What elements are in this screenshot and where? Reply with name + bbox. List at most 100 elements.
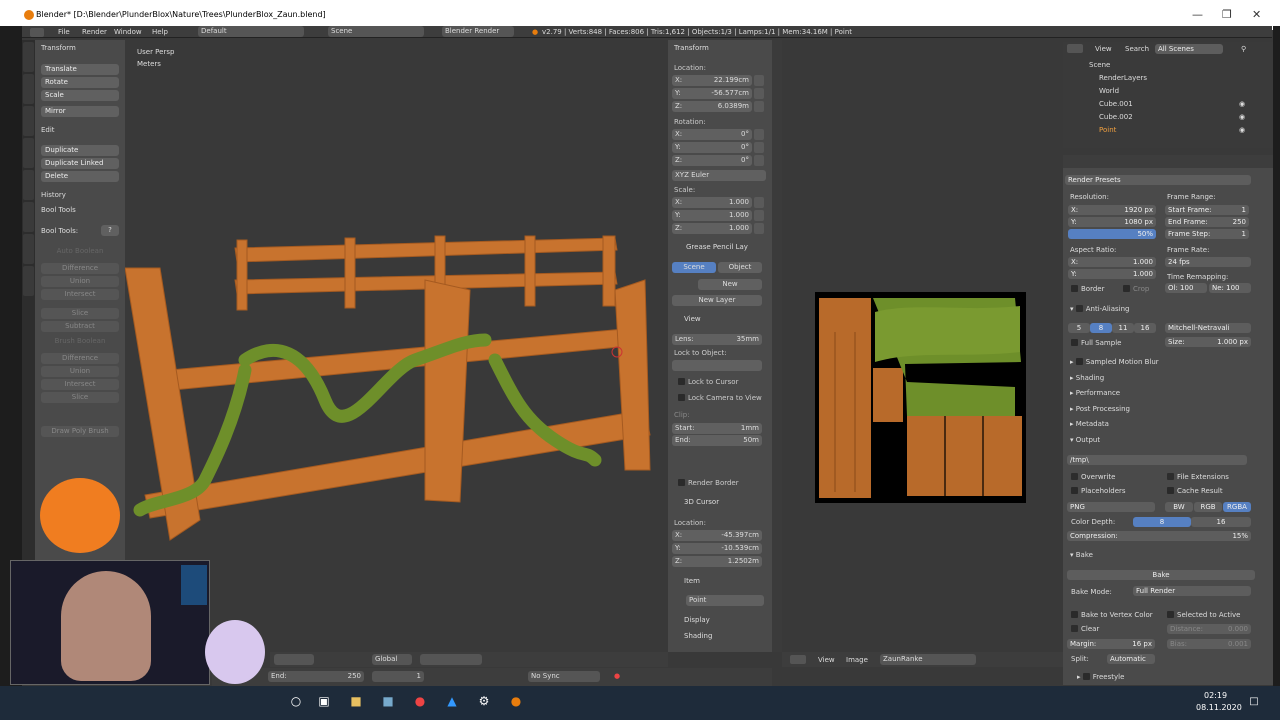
eye-icon[interactable]: ◉ — [1239, 113, 1245, 121]
remap-old-field[interactable]: Ol: 100 — [1165, 283, 1207, 293]
lock-icon[interactable] — [754, 88, 764, 99]
edit-header[interactable]: Edit — [41, 126, 55, 134]
transform-header[interactable]: Transform — [41, 44, 76, 52]
outliner-search-menu[interactable]: Search — [1125, 45, 1149, 53]
render-presets-select[interactable]: Render Presets — [1065, 175, 1251, 185]
render-engine-select[interactable]: Blender Render — [442, 26, 514, 37]
task-view-icon[interactable]: ▣ — [316, 694, 332, 710]
frame-rate-select[interactable]: 24 fps — [1165, 257, 1251, 267]
menu-file[interactable]: File — [58, 28, 70, 36]
translate-button[interactable]: Translate — [41, 64, 119, 75]
lock-camera-checkbox[interactable]: Lock Camera to View — [678, 394, 762, 402]
tab-grease-pencil[interactable] — [23, 202, 34, 232]
rotation-x-field[interactable]: X: 0° — [672, 129, 752, 140]
aa-5-button[interactable]: 5 — [1068, 323, 1090, 333]
help-icon[interactable]: ? — [101, 225, 119, 236]
tab-physics[interactable] — [23, 170, 34, 200]
duplicate-linked-button[interactable]: Duplicate Linked — [41, 158, 119, 169]
tab-create[interactable] — [23, 74, 34, 104]
tab-layers[interactable] — [23, 266, 34, 296]
tab-tools[interactable] — [23, 42, 34, 72]
blender-taskbar-icon[interactable]: ● — [508, 694, 524, 710]
remap-new-field[interactable]: Ne: 100 — [1209, 283, 1251, 293]
aa-11-button[interactable]: 11 — [1112, 323, 1134, 333]
anti-aliasing-header[interactable]: ▾ Anti-Aliasing — [1070, 305, 1129, 313]
bake-header[interactable]: ▾ Bake — [1070, 551, 1093, 559]
app-icon[interactable]: ■ — [380, 694, 396, 710]
scale-button[interactable]: Scale — [41, 90, 119, 101]
duplicate-button[interactable]: Duplicate — [41, 145, 119, 156]
maximize-icon[interactable]: ❐ — [1222, 8, 1232, 21]
crop-checkbox[interactable]: Crop — [1123, 285, 1149, 293]
mirror-button[interactable]: Mirror — [41, 106, 119, 117]
item-header[interactable]: Item — [684, 577, 700, 585]
overwrite-checkbox[interactable]: Overwrite — [1071, 473, 1115, 481]
rotation-z-field[interactable]: Z: 0° — [672, 155, 752, 166]
file-extensions-checkbox[interactable]: File Extensions — [1167, 473, 1229, 481]
aspect-x-field[interactable]: X: 1.000 — [1068, 257, 1156, 267]
screen-layout-select[interactable]: Default — [198, 26, 304, 37]
split-select[interactable]: Automatic — [1107, 654, 1155, 664]
booltools-header[interactable]: Bool Tools — [41, 206, 76, 214]
close-icon[interactable]: ✕ — [1252, 8, 1261, 21]
start-frame-field[interactable]: Start Frame: 1 — [1165, 205, 1249, 215]
history-header[interactable]: History — [41, 191, 66, 199]
uv-image-editor[interactable] — [782, 40, 1058, 652]
record-icon[interactable]: ● — [614, 672, 620, 680]
uv-editor-icon[interactable] — [790, 655, 806, 664]
menu-window[interactable]: Window — [114, 28, 142, 36]
selected-active-checkbox[interactable]: Selected to Active — [1167, 611, 1240, 619]
performance-header[interactable]: ▸ Performance — [1070, 389, 1120, 397]
app-icon[interactable]: ⚙ — [476, 694, 492, 710]
file-explorer-icon[interactable]: ■ — [348, 694, 364, 710]
shading-header[interactable]: Shading — [684, 632, 712, 640]
bake-mode-select[interactable]: Full Render — [1133, 586, 1251, 596]
scale-x-field[interactable]: X: 1.000 — [672, 197, 752, 208]
cursor-x-field[interactable]: X: -45.397cm — [672, 530, 762, 541]
bake-button[interactable]: Bake — [1067, 570, 1255, 580]
tab-relations[interactable] — [23, 106, 34, 136]
end-frame-field[interactable]: End Frame: 250 — [1165, 217, 1249, 227]
outliner-view-menu[interactable]: View — [1095, 45, 1112, 53]
cursor-y-field[interactable]: Y: -10.539cm — [672, 543, 762, 554]
editor-type-icon[interactable] — [30, 28, 44, 37]
app-icon[interactable]: ▲ — [444, 694, 460, 710]
freestyle-header[interactable]: ▸ Freestyle — [1077, 673, 1124, 681]
placeholders-checkbox[interactable]: Placeholders — [1071, 487, 1126, 495]
res-x-field[interactable]: X: 1920 px — [1068, 205, 1156, 215]
clip-start-field[interactable]: Start: 1mm — [672, 423, 762, 434]
scale-y-field[interactable]: Y: 1.000 — [672, 210, 752, 221]
view-header[interactable]: View — [684, 315, 701, 323]
metadata-header[interactable]: ▸ Metadata — [1070, 420, 1109, 428]
lock-object-field[interactable] — [672, 360, 762, 371]
delete-button[interactable]: Delete — [41, 171, 119, 182]
depth-8-button[interactable]: 8 — [1133, 517, 1191, 527]
search-icon[interactable]: ⚲ — [1241, 45, 1246, 53]
lock-icon[interactable] — [754, 210, 764, 221]
gp-tab-object[interactable]: Object — [718, 262, 762, 273]
bias-field[interactable]: Bias: 0.001 — [1167, 639, 1251, 649]
cursor-z-field[interactable]: Z: 1.2502m — [672, 556, 762, 567]
np-transform-header[interactable]: Transform — [674, 44, 709, 52]
res-y-field[interactable]: Y: 1080 px — [1068, 217, 1156, 227]
file-format-select[interactable]: PNG — [1067, 502, 1155, 512]
aa-16-button[interactable]: 16 — [1134, 323, 1156, 333]
outliner-item-world[interactable]: World — [1099, 87, 1119, 95]
search-icon[interactable]: ○ — [288, 694, 304, 710]
border-checkbox[interactable]: Border — [1071, 285, 1104, 293]
rotate-button[interactable]: Rotate — [41, 77, 119, 88]
interaction-mode-select[interactable] — [274, 654, 314, 665]
compression-slider[interactable]: Compression: 15% — [1067, 531, 1251, 541]
lock-icon[interactable] — [754, 155, 764, 166]
transform-orientation-select[interactable]: Global — [372, 654, 412, 665]
grease-pencil-header[interactable]: Grease Pencil Lay — [686, 243, 748, 251]
lock-cursor-checkbox[interactable]: Lock to Cursor — [678, 378, 738, 386]
lock-icon[interactable] — [754, 197, 764, 208]
outliner-filter-select[interactable]: All Scenes — [1155, 44, 1223, 54]
lock-icon[interactable] — [754, 101, 764, 112]
aa-filter-select[interactable]: Mitchell-Netravali — [1165, 323, 1251, 333]
image-select[interactable]: ZaunRanke — [880, 654, 976, 665]
item-name-field[interactable]: Point — [686, 595, 764, 606]
tab-blenderkit[interactable] — [23, 234, 34, 264]
bake-vertex-checkbox[interactable]: Bake to Vertex Color — [1071, 611, 1153, 619]
